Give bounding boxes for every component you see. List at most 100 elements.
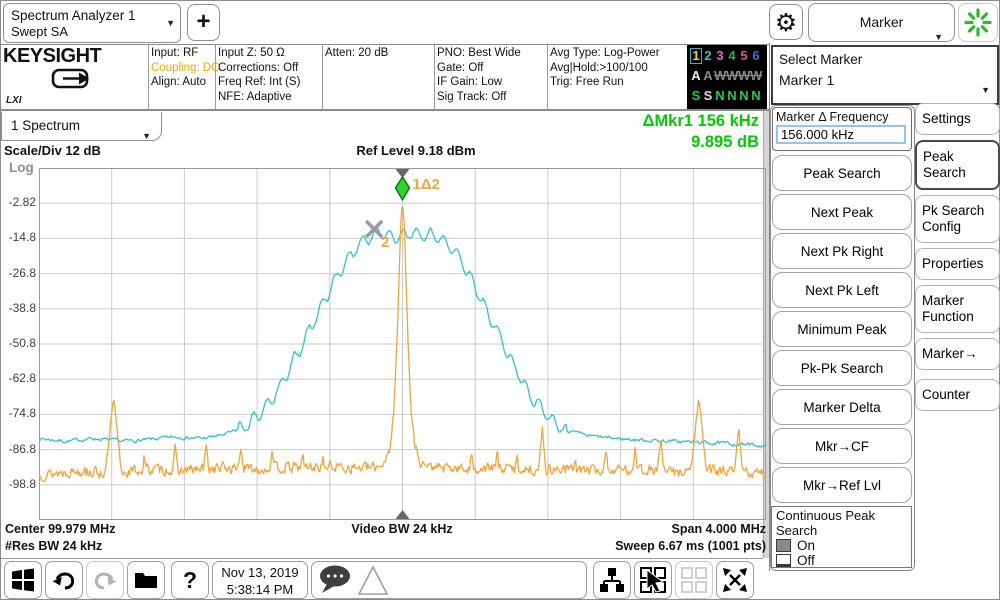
trace-status-flag: 5 — [738, 46, 750, 66]
next-pk-left-button[interactable]: Next Pk Left — [772, 272, 912, 308]
chevron-down-icon: ▼ — [981, 85, 990, 95]
busy-spinner-icon — [958, 3, 998, 42]
pk-pk-search-button[interactable]: Pk-Pk Search — [772, 350, 912, 386]
cps-off-checkbox[interactable] — [776, 554, 791, 567]
header-setting: Atten: 20 dB — [325, 46, 388, 61]
header-setting: IF Gain: Low — [437, 75, 521, 90]
lxi-badge: LXI — [6, 95, 22, 106]
marker-label: 2 — [381, 234, 389, 251]
file-explorer-button[interactable] — [127, 561, 165, 599]
trace-status-panel[interactable]: 123456AAWWWWSSNNNN — [687, 45, 767, 109]
span-annotation[interactable]: Span 4.000 MHz — [672, 522, 766, 536]
help-button[interactable]: ? — [171, 561, 209, 599]
header-setting: Align: Auto — [151, 75, 219, 90]
header-setting: Coupling: DC — [151, 61, 219, 76]
res-bw-annotation[interactable]: #Res BW 24 kHz — [5, 539, 102, 553]
window-selector-dropdown[interactable]: 1 Spectrum ▼ — [1, 112, 162, 141]
add-measurement-button[interactable]: + — [187, 4, 220, 41]
redo-button[interactable] — [86, 561, 124, 599]
undo-icon — [51, 567, 77, 593]
header-column-1[interactable]: Input: RFCoupling: DCAlign: Auto — [151, 46, 219, 90]
next-peak-button[interactable]: Next Peak — [772, 194, 912, 230]
trace-status-flag: 6 — [750, 46, 762, 66]
marker-delta-button[interactable]: Marker Delta — [772, 389, 912, 425]
center-frequency-annotation[interactable]: Center 99.979 MHz — [5, 522, 115, 536]
tab-properties[interactable]: Properties — [915, 248, 1000, 280]
trace-status-flag: N — [750, 86, 762, 106]
spectrum-analyzer-window: Spectrum Analyzer 1 Swept SA ▼ + ⚙ Marke… — [0, 0, 1000, 600]
trace-status-flag: S — [690, 86, 702, 106]
header-setting: Input Z: 50 Ω — [218, 46, 300, 61]
marker-delta-frequency-input[interactable] — [776, 125, 906, 144]
sweep-annotation[interactable]: Sweep 6.67 ms (1001 pts) — [615, 539, 766, 553]
marker-menu-tabs: Settings Peak Search Pk Search Config Prope… — [915, 103, 1000, 411]
header-setting: Avg Type: Log-Power — [550, 46, 660, 61]
select-marker-label: Select Marker — [779, 51, 991, 68]
select-marker-dropdown[interactable]: Select Marker Marker 1 ▼ — [771, 45, 999, 105]
log-scale-label: Log — [9, 160, 34, 175]
tab-marker-[interactable]: Marker→ — [915, 338, 1000, 370]
cps-off-option[interactable]: Off — [776, 553, 907, 568]
undo-button[interactable] — [45, 561, 83, 599]
tab-settings[interactable]: Settings — [915, 103, 1000, 135]
keysight-arrow-icon — [51, 67, 95, 96]
marker-diamond-icon[interactable] — [396, 177, 410, 200]
mkr-cf-button[interactable]: Mkr→CF — [772, 428, 912, 464]
header-column-5[interactable]: Avg Type: Log-PowerAvg|Hold:>100/100Trig… — [550, 46, 660, 90]
marker-label: 1Δ2 — [413, 176, 440, 193]
next-pk-right-button[interactable]: Next Pk Right — [772, 233, 912, 269]
tab-counter[interactable]: Counter — [915, 379, 1000, 411]
y-axis-tick-label: -62.8 — [2, 371, 36, 385]
chevron-down-icon: ▼ — [166, 18, 175, 28]
trace-status-flag: A — [702, 66, 714, 86]
header-setting: Trig: Free Run — [550, 75, 660, 90]
header-column-2[interactable]: Input Z: 50 ΩCorrections: OffFreq Ref: I… — [218, 46, 300, 104]
measurement-name: Swept SA — [11, 24, 164, 40]
ref-level-readout[interactable]: Ref Level 9.18 dBm — [356, 143, 475, 158]
y-axis-tick-label: -86.8 — [2, 442, 36, 456]
header-column-4[interactable]: PNO: Best WideGate: OffIF Gain: LowSig T… — [437, 46, 521, 104]
trace-status-flag: 2 — [702, 46, 714, 66]
minimum-peak-button[interactable]: Minimum Peak — [772, 311, 912, 347]
trace-status-flag: A — [690, 66, 702, 86]
continuous-peak-search-group[interactable]: Continuous Peak Search On Off — [771, 506, 912, 568]
cps-on-checkbox[interactable] — [776, 539, 791, 552]
fullscreen-button[interactable] — [716, 561, 754, 599]
marker-delta-frequency-label: Marker Δ Frequency — [776, 110, 908, 125]
select-window-button[interactable] — [634, 561, 672, 599]
peak-search-button[interactable]: Peak Search — [772, 155, 912, 191]
toolbar-divider — [1, 558, 763, 559]
y-axis-tick-label: -98.8 — [2, 477, 36, 491]
tab-pk-search-config[interactable]: Pk Search Config — [915, 195, 1000, 243]
trace-status-flag: 1 — [690, 48, 702, 64]
mkr-ref-lvl-button[interactable]: Mkr→Ref Lvl — [772, 467, 912, 503]
windows-home-button[interactable] — [4, 561, 42, 599]
instrument-mode-tab[interactable]: Spectrum Analyzer 1 Swept SA ▼ — [3, 3, 181, 43]
menu-mode-dropdown[interactable]: Marker ▼ — [808, 3, 955, 42]
datetime-display[interactable]: Nov 13, 2019 5:38:14 PM — [212, 561, 308, 599]
block-diagram-button[interactable] — [593, 561, 631, 599]
delta-marker-ampl-readout: 9.895 dB — [691, 133, 759, 152]
spectrum-plot[interactable]: 2 1Δ2 — [39, 168, 766, 520]
message-status-area[interactable] — [311, 561, 587, 599]
gear-icon[interactable]: ⚙ — [769, 4, 803, 40]
trace-status-flag: 3 — [714, 46, 726, 66]
scale-per-div-readout[interactable]: Scale/Div 12 dB — [4, 143, 101, 158]
tab-peak-search[interactable]: Peak Search — [915, 140, 1000, 190]
cps-off-label: Off — [797, 553, 815, 568]
tab-marker-function[interactable]: Marker Function — [915, 285, 1000, 333]
marker-delta-frequency-group: Marker Δ Frequency — [772, 107, 912, 151]
header-setting: Freq Ref: Int (S) — [218, 75, 300, 90]
split-view-button[interactable] — [675, 561, 713, 599]
date-text: Nov 13, 2019 — [213, 564, 307, 581]
trace-status-flag: N — [726, 86, 738, 106]
marker-action-buttons: Peak SearchNext PeakNext Pk RightNext Pk… — [772, 155, 912, 503]
nodes-icon — [599, 567, 625, 593]
cps-on-option[interactable]: On — [776, 538, 907, 553]
header-column-3[interactable]: Atten: 20 dB — [325, 46, 388, 61]
warning-triangle-icon — [359, 567, 387, 594]
header-setting: Input: RF — [151, 46, 219, 61]
trace-status-flag: 4 — [726, 46, 738, 66]
video-bw-annotation[interactable]: Video BW 24 kHz — [351, 522, 452, 536]
trace-status-flag: W — [726, 66, 738, 86]
